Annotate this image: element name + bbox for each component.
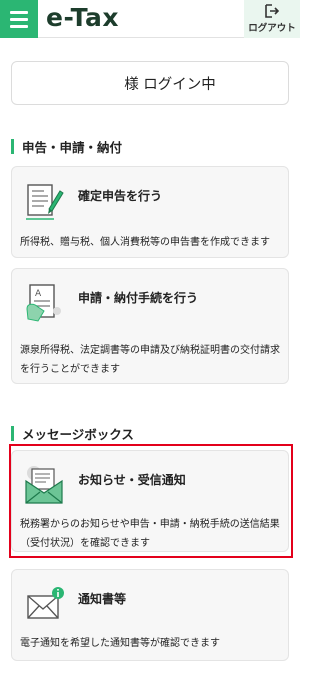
card-tax-return[interactable]: 確定申告を行う 所得税、贈与税、個人消費税等の申告書を作成できます	[11, 166, 289, 258]
section-title-messages: メッセージボックス	[11, 425, 134, 442]
logout-label: ログアウト	[248, 23, 296, 34]
login-status-text: 様 ログイン中	[124, 76, 216, 93]
card-title: 確定申告を行う	[78, 189, 163, 203]
app-logo[interactable]: e-Tax	[46, 3, 119, 32]
card-description-line: 源泉所得税、法定調書等の申請及び納税証明書の交付請求	[20, 345, 280, 356]
app-header: e-Tax ログアウト	[0, 0, 300, 38]
card-description-line: を行うことができます	[20, 364, 120, 375]
card-description: 電子通知を希望した通知書等が確認できます	[20, 634, 282, 653]
section-title-filing: 申告・申請・納付	[11, 138, 122, 155]
card-description-line: 電子通知を希望した通知書等が確認できます	[20, 638, 220, 649]
logout-icon	[265, 4, 279, 18]
card-description: 所得税、贈与税、個人消費税等の申告書を作成できます	[20, 233, 282, 252]
logout-button[interactable]: ログアウト	[244, 0, 300, 38]
document-pen-icon	[26, 184, 64, 220]
card-documents[interactable]: 通知書等 電子通知を希望した通知書等が確認できます	[11, 569, 289, 661]
mail-info-icon	[27, 587, 64, 619]
svg-text:A: A	[35, 289, 42, 299]
hamburger-icon-bar	[10, 18, 28, 21]
highlight-frame	[9, 444, 293, 558]
card-title: 通知書等	[78, 592, 127, 606]
application-form-icon: A	[26, 284, 61, 322]
hamburger-icon	[10, 11, 28, 14]
login-status-box: 様 ログイン中	[11, 61, 289, 105]
card-description: 源泉所得税、法定調書等の申請及び納税証明書の交付請求 を行うことができます	[20, 341, 282, 379]
card-application[interactable]: A 申請・納付手続を行う 源泉所得税、法定調書等の申請及び納税証明書の交付請求 …	[11, 268, 289, 384]
hamburger-icon-bar	[10, 25, 28, 28]
menu-button[interactable]	[0, 0, 38, 38]
card-description-line: 所得税、贈与税、個人消費税等の申告書を作成できます	[20, 237, 270, 248]
card-title: 申請・納付手続を行う	[78, 291, 199, 305]
